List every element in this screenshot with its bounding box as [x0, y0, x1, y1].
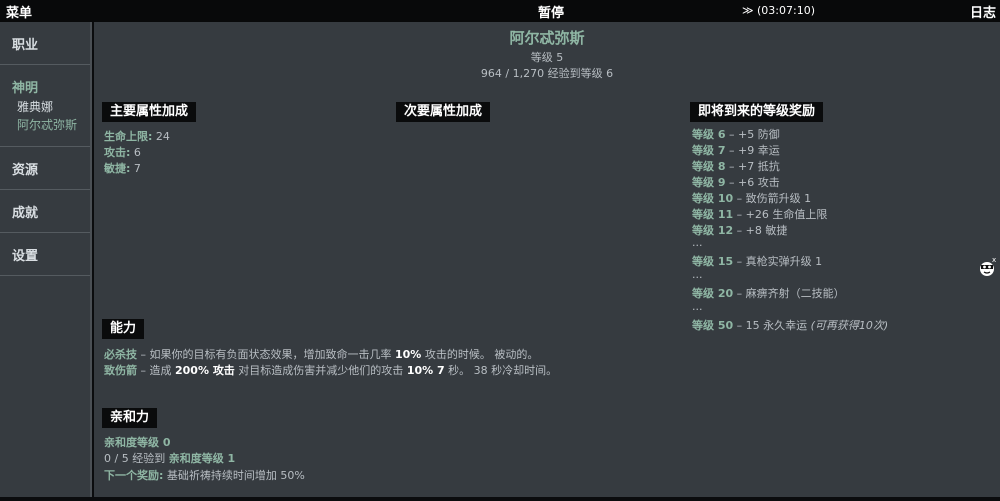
reward-level: 等级 15: [692, 255, 734, 268]
ability-text: – 如果你的目标有负面状态效果，增加致命一击几率: [137, 348, 395, 361]
ability-name: 致伤箭: [104, 364, 137, 377]
svg-text:x: x: [992, 256, 996, 264]
secondary-stats-header: 次要属性加成: [396, 102, 491, 122]
reward-text: – +7 抵抗: [725, 160, 780, 173]
affinity-next-text: 基础祈祷持续时间增加 50%: [163, 469, 305, 482]
reward-note: (可再获得10次): [810, 319, 889, 332]
pause-button[interactable]: 暂停: [538, 2, 564, 21]
affinity-next-label: 下一个奖励:: [104, 469, 164, 482]
sidebar-item-achievements[interactable]: 成就: [0, 190, 90, 233]
stat-label: 生命上限:: [104, 130, 153, 143]
reward-level: 等级 50: [692, 319, 734, 332]
god-xp: 964 / 1,270 经验到等级 6: [480, 67, 614, 80]
sidebar-item-label: 成就: [12, 205, 39, 221]
stat-row: 生命上限: 24: [104, 128, 170, 144]
primary-stats-header: 主要属性加成: [102, 102, 197, 122]
reward-text: – 麻痹齐射（二技能）: [733, 287, 845, 300]
stat-label: 攻击:: [104, 146, 131, 159]
stat-value: 24: [155, 130, 170, 143]
god-name: 阿尔忒弥斯: [509, 29, 585, 47]
reward-level: 等级 8: [692, 160, 726, 173]
reward-level: 等级 20: [692, 287, 734, 300]
ability-text: 秒。 38 秒冷却时间。: [444, 364, 558, 377]
reward-row: 等级 10 – 致伤箭升级 1: [692, 190, 811, 206]
ability-text: 对目标造成伤害并减少他们的攻击: [234, 364, 407, 377]
sidebar-item-settings[interactable]: 设置: [0, 233, 90, 276]
reward-row: 等级 15 – 真枪实弹升级 1: [692, 253, 822, 269]
reward-text: – 15 永久幸运: [733, 319, 811, 332]
god-detail-panel: 阿尔忒弥斯 等级 5 964 / 1,270 经验到等级 6 主要属性加成 生命…: [94, 22, 1000, 497]
ability-value: 10%: [395, 348, 422, 361]
stat-label: 敏捷:: [104, 162, 131, 175]
masked-face-icon[interactable]: x: [978, 256, 998, 280]
reward-ellipsis: ...: [692, 300, 703, 313]
affinity-level-label: 亲和度等级 0: [104, 436, 171, 449]
sidebar-item-career[interactable]: 职业: [0, 22, 90, 65]
game-timer[interactable]: ≫ (03:07:10): [742, 4, 815, 17]
reward-row: 等级 9 – +6 攻击: [692, 174, 780, 190]
affinity-header: 亲和力: [102, 408, 158, 428]
reward-text: – +5 防御: [725, 128, 780, 141]
ability-value: 200% 攻击: [175, 364, 235, 377]
stat-row: 攻击: 6: [104, 144, 141, 160]
reward-text: – +26 生命值上限: [733, 208, 828, 221]
sidebar-item-athena[interactable]: 雅典娜: [12, 98, 90, 116]
bottom-edge: [0, 497, 1000, 501]
ability-row: 必杀技 – 如果你的目标有负面状态效果，增加致命一击几率 10% 攻击的时候。 …: [104, 346, 538, 362]
god-level: 等级 5: [530, 51, 564, 64]
sidebar-item-label: 职业: [12, 37, 39, 53]
ability-text: – 造成: [137, 364, 175, 377]
reward-row: 等级 6 – +5 防御: [692, 126, 780, 142]
menu-button[interactable]: 菜单: [6, 2, 32, 21]
reward-level: 等级 9: [692, 176, 726, 189]
reward-text: – +9 幸运: [725, 144, 780, 157]
reward-text: – 致伤箭升级 1: [733, 192, 812, 205]
reward-level: 等级 11: [692, 208, 734, 221]
abilities-header: 能力: [102, 319, 145, 339]
ability-text: 攻击的时候。 被动的。: [421, 348, 539, 361]
sidebar-item-label: 设置: [12, 248, 39, 264]
reward-row: 等级 12 – +8 敏捷: [692, 222, 787, 238]
stat-value: 7: [133, 162, 141, 175]
ability-row: 致伤箭 – 造成 200% 攻击 对目标造成伤害并减少他们的攻击 10% 7 秒…: [104, 362, 557, 378]
affinity-progress-target: 亲和度等级 1: [168, 452, 236, 465]
reward-text: – +8 敏捷: [733, 224, 788, 237]
sidebar-item-label: 资源: [12, 162, 39, 178]
reward-text: – 真枪实弹升级 1: [733, 255, 823, 268]
affinity-progress: 0 / 5 经验到 亲和度等级 1: [104, 450, 235, 466]
stat-value: 6: [133, 146, 141, 159]
ability-value: 10% 7: [406, 364, 445, 377]
reward-row: 等级 8 – +7 抵抗: [692, 158, 780, 174]
sidebar-item-resources[interactable]: 资源: [0, 147, 90, 190]
sidebar-item-gods[interactable]: 神明: [12, 77, 90, 96]
sidebar-section-gods: 神明 雅典娜 阿尔忒弥斯: [0, 65, 90, 147]
reward-row: 等级 11 – +26 生命值上限: [692, 206, 827, 222]
sidebar: 职业 神明 雅典娜 阿尔忒弥斯 资源 成就 设置: [0, 22, 92, 497]
reward-text: – +6 攻击: [725, 176, 780, 189]
affinity-next-reward: 下一个奖励: 基础祈祷持续时间增加 50%: [104, 467, 305, 483]
reward-level: 等级 7: [692, 144, 726, 157]
reward-row: 等级 20 – 麻痹齐射（二技能）: [692, 285, 845, 301]
top-bar: 菜单 暂停 ≫ (03:07:10) 日志: [0, 0, 1000, 22]
log-button[interactable]: 日志: [970, 2, 996, 21]
reward-level: 等级 6: [692, 128, 726, 141]
sidebar-item-artemis[interactable]: 阿尔忒弥斯: [12, 116, 90, 134]
ability-name: 必杀技: [104, 348, 137, 361]
stat-row: 敏捷: 7: [104, 160, 141, 176]
reward-row: 等级 7 – +9 幸运: [692, 142, 780, 158]
affinity-progress-text: 0 / 5 经验到: [104, 452, 169, 465]
reward-ellipsis: ...: [692, 236, 703, 249]
reward-level: 等级 10: [692, 192, 734, 205]
affinity-level: 亲和度等级 0: [104, 434, 170, 450]
level-rewards-header: 即将到来的等级奖励: [690, 102, 824, 122]
reward-row: 等级 50 – 15 永久幸运 (可再获得10次): [692, 317, 888, 333]
reward-ellipsis: ...: [692, 268, 703, 281]
